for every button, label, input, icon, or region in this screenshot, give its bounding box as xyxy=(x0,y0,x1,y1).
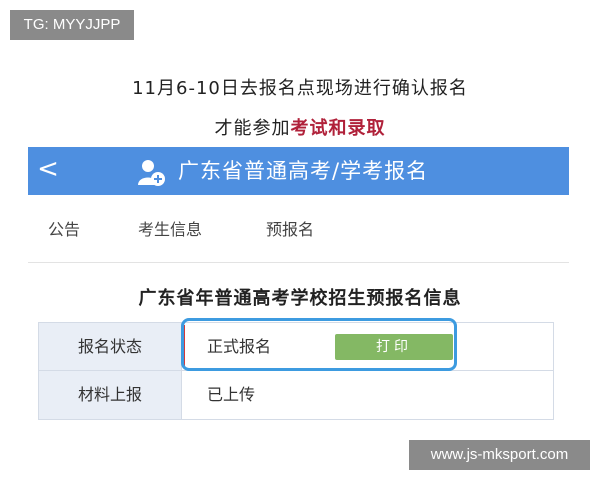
annotation-highlight-box xyxy=(181,318,457,371)
tab-bar: 公告 考生信息 预报名 xyxy=(28,208,569,248)
caption-line-2-prefix: 才能参加 xyxy=(214,118,291,139)
row-label-status: 报名状态 xyxy=(39,323,182,370)
user-add-icon xyxy=(138,160,165,186)
section-title: 广东省年普通高考学校招生预报名信息 xyxy=(138,288,462,309)
watermark-top-left: TG: MYYJJPP xyxy=(10,10,134,40)
caption-line-1: 11月6-10日去报名点现场进行确认报名 xyxy=(132,78,468,99)
tab-pre-registration[interactable]: 预报名 xyxy=(266,216,314,240)
back-button[interactable]: < xyxy=(28,147,68,195)
watermark-bottom-right: www.js-mksport.com xyxy=(409,440,590,470)
header-title: 广东省普通高考/学考报名 xyxy=(178,159,429,183)
table-row: 材料上报 已上传 xyxy=(39,371,553,419)
tab-divider xyxy=(28,262,569,263)
tab-candidate-info[interactable]: 考生信息 xyxy=(138,216,202,240)
row-value-materials: 已上传 xyxy=(207,385,256,404)
row-label-materials: 材料上报 xyxy=(39,371,182,419)
app-header: < 广东省普通高考/学考报名 xyxy=(28,147,569,195)
caption-line-2: 才能参加考试和录取 xyxy=(0,114,600,140)
tab-announcement[interactable]: 公告 xyxy=(48,216,80,240)
caption-line-2-highlight: 考试和录取 xyxy=(290,118,386,139)
